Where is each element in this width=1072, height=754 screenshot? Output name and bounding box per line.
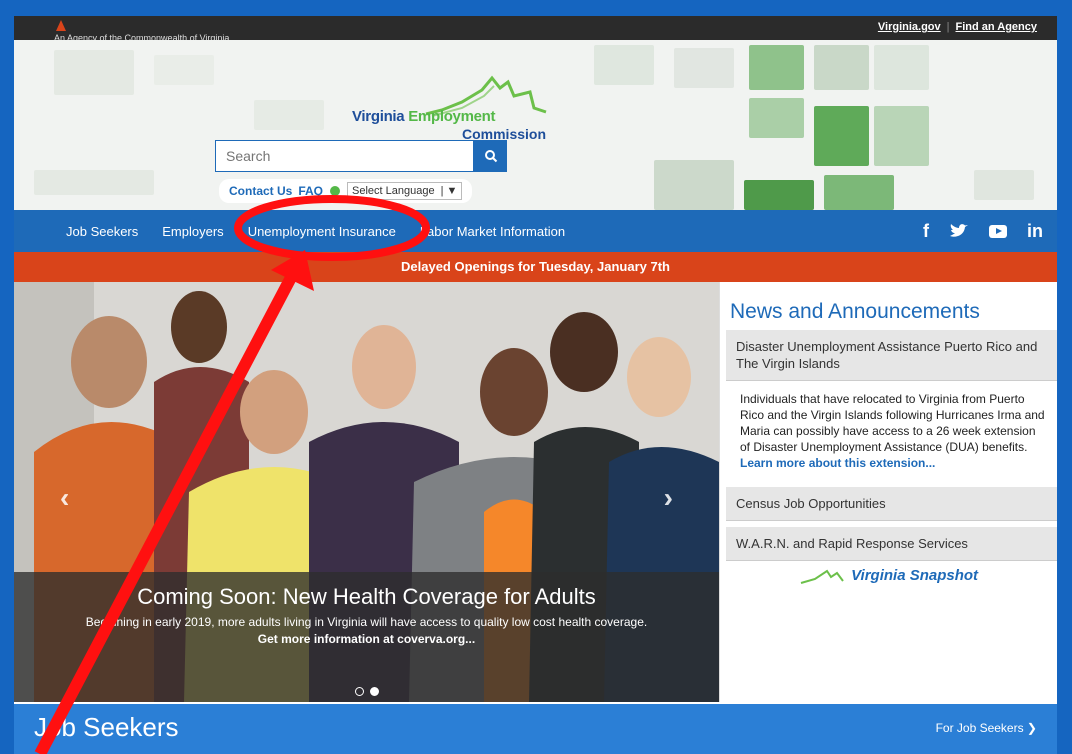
virginia-gov-link[interactable]: Virginia.gov	[878, 21, 941, 33]
section-heading: Job Seekers	[34, 712, 179, 742]
carousel-link[interactable]: Get more information at coverva.org...	[14, 632, 719, 646]
contact-bar: Contact Us FAQ Select Language | ▼	[219, 179, 473, 203]
faq-link[interactable]: FAQ	[298, 184, 323, 198]
carousel-body: Beginning in early 2019, more adults liv…	[85, 615, 648, 629]
logo-word-virginia: Virginia	[352, 108, 405, 125]
nav-unemployment-insurance[interactable]: Unemployment Insurance	[248, 224, 396, 239]
alert-banner[interactable]: Delayed Openings for Tuesday, January 7t…	[14, 252, 1057, 282]
decor-tile	[824, 175, 894, 210]
language-select[interactable]: Select Language | ▼	[347, 182, 463, 200]
news-panel: News and Announcements Disaster Unemploy…	[719, 282, 1057, 702]
decor-tile	[54, 50, 134, 95]
decor-tile	[749, 45, 804, 90]
decor-tile	[874, 45, 929, 90]
twitter-icon[interactable]	[949, 223, 969, 239]
job-seekers-section: Job Seekers For Job Seekers ❯	[14, 704, 1057, 754]
virginia-seal-icon	[56, 20, 66, 31]
for-job-seekers-link[interactable]: For Job Seekers ❯	[936, 721, 1037, 735]
youtube-icon[interactable]	[989, 224, 1007, 238]
top-bar: An Agency of the Commonwealth of Virgini…	[14, 16, 1057, 40]
nav-job-seekers[interactable]: Job Seekers	[66, 224, 138, 239]
decor-tile	[654, 160, 734, 210]
news-item-link[interactable]: Learn more about this extension...	[740, 455, 1047, 471]
search-button[interactable]	[474, 140, 507, 172]
search-input[interactable]	[215, 140, 475, 172]
decor-tile	[814, 45, 869, 90]
chevron-down-icon: | ▼	[440, 185, 458, 197]
snapshot-label: Virginia Snapshot	[851, 567, 979, 584]
search-bar	[215, 140, 507, 172]
carousel-next-button[interactable]: ›	[664, 482, 673, 514]
news-item-body: Individuals that have relocated to Virgi…	[726, 381, 1057, 481]
facebook-icon[interactable]: f	[923, 221, 929, 242]
decor-tile	[744, 180, 814, 210]
carousel-dot[interactable]	[354, 687, 364, 696]
decor-tile	[749, 98, 804, 138]
decor-tile	[594, 45, 654, 85]
nav-labor-market-information[interactable]: Labor Market Information	[420, 224, 565, 239]
header-banner: Virginia Employment Commission Contact U…	[14, 40, 1057, 210]
carousel-heading: Coming Soon: New Health Coverage for Adu…	[137, 584, 596, 609]
carousel-dot-active[interactable]	[369, 687, 379, 696]
carousel-caption: Coming Soon: New Health Coverage for Adu…	[14, 572, 719, 702]
language-select-label: Select Language	[352, 185, 435, 197]
decor-tile	[814, 106, 869, 166]
link-separator: |	[946, 21, 950, 33]
agency-text: An Agency of the Commonwealth of Virgini…	[54, 33, 230, 40]
news-title: News and Announcements	[730, 300, 980, 323]
logo-line1: Virginia Employment	[352, 108, 496, 125]
decor-tile	[34, 170, 154, 195]
virginia-snapshot-logo[interactable]: Virginia Snapshot	[720, 567, 1057, 585]
decor-tile	[154, 55, 214, 85]
decor-tile	[674, 48, 734, 88]
decor-tile	[874, 106, 929, 166]
logo-word-employment: Employment	[408, 108, 496, 125]
nav-employers[interactable]: Employers	[162, 224, 223, 239]
virginia-outline-icon	[800, 569, 844, 584]
decor-tile	[974, 170, 1034, 200]
page: An Agency of the Commonwealth of Virgini…	[14, 16, 1057, 754]
news-item-header[interactable]: Disaster Unemployment Assistance Puerto …	[726, 330, 1057, 381]
social-links: f in	[923, 210, 1043, 252]
carousel-prev-button[interactable]: ‹	[60, 482, 69, 514]
main-nav: Job Seekers Employers Unemployment Insur…	[14, 210, 1057, 252]
google-translate-icon	[330, 186, 341, 196]
vec-logo[interactable]: Virginia Employment Commission	[352, 70, 552, 142]
search-icon	[484, 150, 497, 163]
top-links: Virginia.gov | Find an Agency	[878, 21, 1037, 33]
contact-us-link[interactable]: Contact Us	[229, 184, 292, 198]
news-item-header[interactable]: W.A.R.N. and Rapid Response Services	[726, 527, 1057, 561]
decor-tile	[254, 100, 324, 130]
carousel-indicators	[14, 687, 719, 696]
news-item-text: Individuals that have relocated to Virgi…	[740, 392, 1045, 454]
find-agency-link[interactable]: Find an Agency	[956, 21, 1038, 33]
news-item-header[interactable]: Census Job Opportunities	[726, 487, 1057, 521]
hero-carousel: ‹ › Coming Soon: New Health Coverage for…	[14, 282, 719, 702]
linkedin-icon[interactable]: in	[1027, 221, 1043, 242]
